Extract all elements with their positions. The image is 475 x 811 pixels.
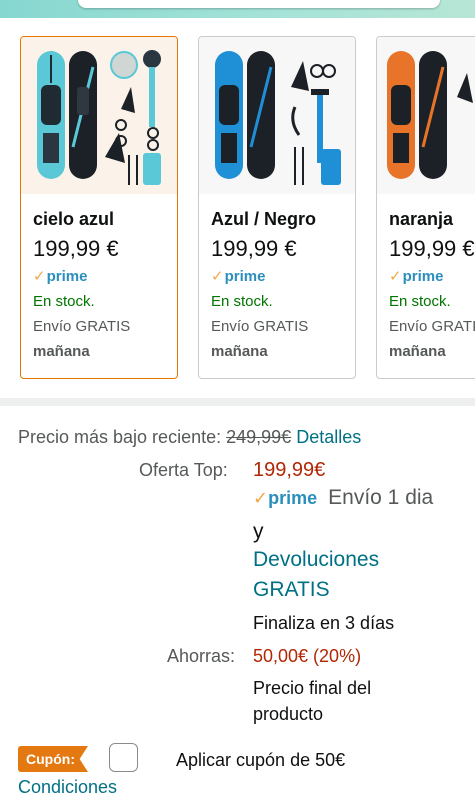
offer-price: 199,99€ [253,459,326,481]
variant-name: naranja [389,209,454,229]
shipping-info: Envío GRATIS [211,318,309,335]
variant-price: 199,99 € [389,236,475,261]
variant-carousel: cielo azul 199,99 € ✓prime En stock. Env… [0,36,475,381]
delivery-day: mañana [33,343,90,360]
section-divider [0,398,475,406]
coupon-checkbox[interactable] [109,743,138,772]
product-image [377,37,475,194]
stock-status: En stock. [33,293,95,310]
prime-delivery-row: ✓prime Envío 1 dia [253,486,433,510]
stock-status: En stock. [389,293,451,310]
prime-badge: ✓prime [211,268,266,285]
free-returns-link[interactable]: Devoluciones [253,548,379,572]
prime-badge: ✓prime [389,268,444,285]
savings-value: 50,00€ (20%) [253,646,362,666]
product-image [21,37,177,194]
variant-card-azul-negro[interactable]: Azul / Negro 199,99 € ✓prime En stock. E… [198,36,356,379]
shipping-info: Envío GRATIS [33,318,131,335]
offer-label: Oferta Top: [139,460,228,480]
coupon-text: Aplicar cupón de 50€ [176,750,346,770]
stock-status: En stock. [211,293,273,310]
final-price-note-cont: producto [253,704,324,724]
variant-name: cielo azul [33,209,115,229]
prime-badge: ✓prime [33,268,88,285]
delivery-day: mañana [211,343,268,360]
lowest-price-row: Precio más bajo reciente: 249,99€ Detall… [18,425,361,449]
variant-price: 199,99 € [211,236,297,261]
savings-label: Ahorras: [167,646,236,666]
shipping-info: Envío GRATIS [389,318,475,335]
prime-check-icon: ✓ [211,268,224,285]
product-image [199,37,355,194]
prime-check-icon: ✓ [253,488,269,508]
lowest-price-value: 249,99€ [226,427,292,447]
coupon-badge: Cupón: [18,746,88,772]
variant-card-cielo-azul[interactable]: cielo azul 199,99 € ✓prime En stock. Env… [20,36,178,379]
final-price-note: Precio final del [253,678,372,698]
conditions-link[interactable]: Condiciones [18,775,117,799]
delivery-text: Envío 1 dia [328,486,434,509]
variant-price: 199,99 € [33,236,119,261]
details-link[interactable]: Detalles [296,427,361,447]
prime-check-icon: ✓ [389,268,402,285]
variant-card-naranja[interactable]: naranja 199,99 € ✓prime En stock. Envío … [376,36,475,379]
variant-name: Azul / Negro [211,209,317,229]
lowest-price-label: Precio más bajo reciente: [18,427,222,447]
free-returns-link-cont[interactable]: GRATIS [253,578,330,602]
offer-ends: Finaliza en 3 días [253,613,395,633]
prime-logo: ✓prime [253,488,318,508]
search-bar[interactable] [78,0,440,8]
delivery-text-cont: y [253,520,264,543]
prime-check-icon: ✓ [33,268,46,285]
delivery-day: mañana [389,343,446,360]
